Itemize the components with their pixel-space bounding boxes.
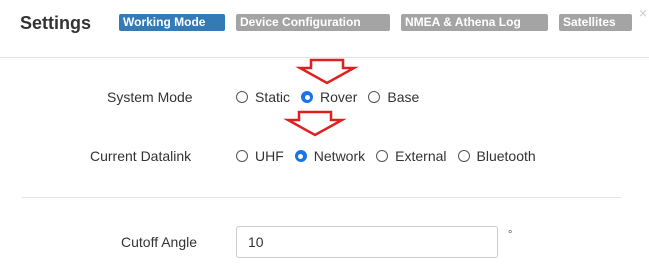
radio-static[interactable] — [236, 91, 248, 103]
radio-label-rover: Rover — [320, 89, 358, 105]
tab-satellites[interactable]: Satellites — [559, 14, 632, 31]
radio-label-network: Network — [313, 148, 366, 164]
tab-device-configuration[interactable]: Device Configuration — [236, 14, 390, 31]
radio-label-uhf: UHF — [255, 148, 284, 164]
radio-option-external[interactable]: External — [376, 147, 447, 165]
cutoff-angle-label: Cutoff Angle — [121, 234, 198, 250]
radio-bluetooth[interactable] — [457, 150, 470, 162]
settings-modal: Settings Working Mode Device Configurati… — [0, 0, 649, 274]
current-datalink-radio-group: UHF Network External Bluetooth — [236, 147, 547, 165]
radio-label-base: Base — [387, 89, 420, 105]
current-datalink-label: Current Datalink — [90, 148, 192, 164]
system-mode-label: System Mode — [107, 89, 193, 105]
radio-base[interactable] — [368, 91, 381, 103]
modal-header: Settings Working Mode Device Configurati… — [0, 0, 649, 48]
radio-label-external: External — [395, 148, 447, 164]
radio-network[interactable] — [294, 150, 307, 162]
tab-nmea-athena-log[interactable]: NMEA & Athena Log — [401, 14, 548, 31]
radio-label-static: Static — [255, 89, 291, 105]
arrow-down-icon — [295, 58, 359, 85]
cutoff-angle-input[interactable] — [236, 226, 498, 258]
tab-working-mode[interactable]: Working Mode — [119, 14, 225, 31]
system-mode-radio-group: Static Rover Base — [236, 88, 430, 106]
radio-option-static[interactable]: Static — [236, 88, 290, 106]
radio-option-network[interactable]: Network — [294, 147, 366, 165]
section-divider — [22, 197, 621, 198]
radio-option-rover[interactable]: Rover — [301, 88, 357, 106]
radio-rover[interactable] — [301, 91, 314, 103]
radio-label-bluetooth: Bluetooth — [476, 148, 536, 164]
close-icon[interactable]: × — [639, 6, 647, 20]
arrow-down-icon — [283, 110, 347, 137]
modal-title: Settings — [20, 13, 92, 33]
radio-option-base[interactable]: Base — [368, 88, 419, 106]
degree-unit: ° — [508, 229, 513, 241]
radio-uhf[interactable] — [236, 150, 248, 162]
radio-option-uhf[interactable]: UHF — [236, 147, 284, 165]
radio-external[interactable] — [376, 150, 389, 162]
radio-option-bluetooth[interactable]: Bluetooth — [457, 147, 536, 165]
